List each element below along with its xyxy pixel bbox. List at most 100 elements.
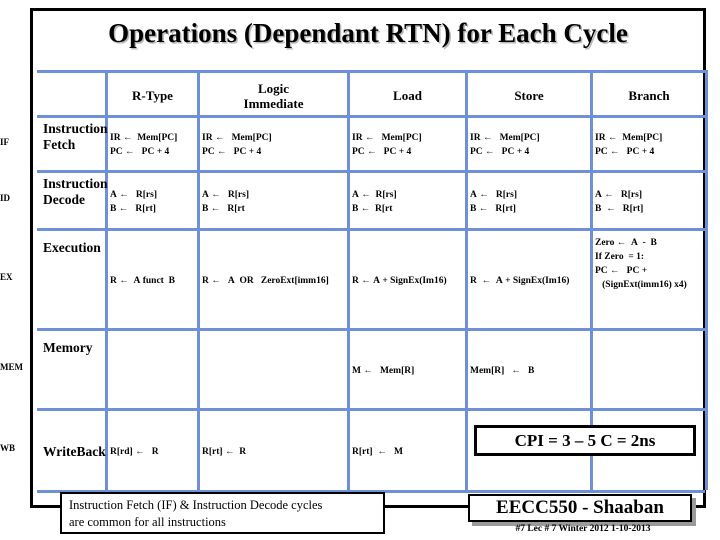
rtn-cell: Zero ← A - B If Zero = 1: PC ← PC + (SignE… xyxy=(595,234,704,327)
column-header-line: R-Type xyxy=(132,88,173,103)
rtn-line: R ← A OR ZeroExt[imm16] xyxy=(202,275,329,286)
rtn-line: PC ← PC + 4 xyxy=(595,147,655,157)
stage-name-line: Instruction xyxy=(43,176,108,191)
rtn-line: IR ← Mem[PC] xyxy=(470,133,540,143)
rtn-cell: A ← R[rs] B ← R[rt] xyxy=(595,176,704,227)
rtn-line: R[rd] ← R xyxy=(110,446,159,457)
rtn-line: Mem[R] ← B xyxy=(470,365,535,376)
rtn-cell: R ← A funct B xyxy=(110,234,196,327)
rtn-line: R ← A + SignEx(Im16) xyxy=(352,275,447,286)
rtn-cell: M ← Mem[R] xyxy=(352,334,464,407)
rtn-cell: A ← R[rs] B ← R[rt] xyxy=(470,176,589,227)
grid-vline xyxy=(197,70,200,490)
grid-hline xyxy=(37,70,705,73)
rtn-cell: R ← A + SignEx(Im16) xyxy=(352,234,464,327)
cpi-callout-text: CPI = 3 – 5 C = 2ns xyxy=(514,431,656,450)
rtn-line: PC ← PC + 4 xyxy=(470,147,530,157)
stage-abbrev-id: ID xyxy=(0,193,11,203)
footer-meta: #7 Lec # 7 Winter 2012 1-10-2013 xyxy=(515,524,651,534)
rtn-cell: IR ← Mem[PC] PC ← PC + 4 xyxy=(595,121,704,169)
stage-name-if: Instruction Fetch xyxy=(43,121,108,170)
rtn-line: A ← R[rs] xyxy=(470,189,517,200)
page-title: Operations (Dependant RTN) for Each Cycl… xyxy=(108,18,628,48)
column-header-line: Logic xyxy=(257,80,290,96)
rtn-cell: A ← R[rs] B ← R[rt] xyxy=(110,176,196,227)
rtn-line: IR ← Mem[PC] xyxy=(202,133,272,143)
rtn-line: PC ← PC + xyxy=(595,266,648,276)
rtn-line: (SignExt(imm16) x4) xyxy=(595,280,687,290)
note-callout-box: Instruction Fetch (IF) & Instruction Dec… xyxy=(60,492,385,534)
column-header-line: Immediate xyxy=(243,95,304,111)
note-line-2: are common for all instructions xyxy=(69,515,226,529)
rtn-line: B ← R[rt] xyxy=(470,203,516,214)
rtn-cell: A ← R[rs] B ← R[rt xyxy=(202,176,346,227)
rtn-cell: IR ← Mem[PC] PC ← PC + 4 xyxy=(110,121,196,169)
rtn-line: PC ← PC + 4 xyxy=(202,147,262,157)
grid-vline xyxy=(705,70,708,490)
stage-name-id: Instruction Decode xyxy=(43,176,108,228)
rtn-line: A ← R[rs] xyxy=(352,189,397,200)
rtn-cell: Mem[R] ← B xyxy=(470,334,589,407)
rtn-line: B ← R[rt] xyxy=(110,203,156,214)
rtn-line: A ← R[rs] xyxy=(202,189,249,200)
course-badge-label: EECC550 - Shaaban xyxy=(496,497,664,518)
rtn-line: B ← R[rt] xyxy=(595,203,644,214)
rtn-cell: IR ← Mem[PC] PC ← PC + 4 xyxy=(352,121,464,169)
stage-abbrev-wb: WB xyxy=(0,443,16,453)
grid-hline xyxy=(37,408,705,411)
grid-vline xyxy=(347,70,350,490)
rtn-cell: R ← A + SignEx(Im16) xyxy=(470,234,589,327)
rtn-line: M ← Mem[R] xyxy=(352,365,415,376)
rtn-line: R ← A funct B xyxy=(110,275,175,286)
column-header: R-Type xyxy=(108,76,197,115)
rtn-line: IR ← Mem[PC] xyxy=(352,133,422,143)
rtn-cell: R ← A OR ZeroExt[imm16] xyxy=(202,234,346,327)
column-header-line: Store xyxy=(514,88,544,103)
stage-name-ex: Execution xyxy=(43,234,103,328)
rtn-line: IR ← Mem[PC] xyxy=(110,133,178,143)
rtn-line: PC ← PC + 4 xyxy=(110,147,170,157)
stage-name-line: Execution xyxy=(43,240,101,255)
column-header-line: Branch xyxy=(628,88,670,103)
course-badge: EECC550 - Shaaban xyxy=(468,494,692,522)
grid-hline xyxy=(37,115,705,118)
slide-canvas: Operations (Dependant RTN) for Each Cycl… xyxy=(0,0,720,540)
cpi-callout-box: CPI = 3 – 5 C = 2ns xyxy=(474,425,696,456)
stage-abbrev-ex: EX xyxy=(0,272,13,282)
column-header-line: Load xyxy=(393,88,422,103)
stage-name-wb: Write Back xyxy=(43,414,106,490)
column-header: Branch xyxy=(593,76,705,115)
column-header: Load xyxy=(350,76,465,115)
stage-abbrev-if: IF xyxy=(0,136,9,147)
grid-vline xyxy=(465,70,468,490)
rtn-cell: R[rt] ← M xyxy=(352,414,464,489)
note-line-1: Instruction Fetch (IF) & Instruction Dec… xyxy=(69,498,323,512)
rtn-line: A ← R[rs] xyxy=(595,189,642,200)
stage-name-line: Fetch xyxy=(43,137,76,152)
rtn-cell: R[rt] ← R xyxy=(202,414,346,489)
rtn-line: Zero ← A - B xyxy=(595,238,657,248)
rtn-cell: IR ← Mem[PC] PC ← PC + 4 xyxy=(202,121,346,169)
stage-name-line: Instruction xyxy=(43,121,108,136)
stage-name-line: Decode xyxy=(43,192,85,207)
grid-hline xyxy=(37,170,705,173)
rtn-line: PC ← PC + 4 xyxy=(352,147,412,157)
stage-name-line: Back xyxy=(76,444,106,459)
grid-hline xyxy=(37,328,705,331)
stage-name-line: Memory xyxy=(43,340,93,355)
rtn-cell: IR ← Mem[PC] PC ← PC + 4 xyxy=(470,121,589,169)
rtn-line: R ← A + SignEx(Im16) xyxy=(470,275,570,286)
rtn-line: R[rt] ← M xyxy=(352,446,403,457)
rtn-line: B ← R[rt xyxy=(202,203,245,214)
grid-hline xyxy=(37,228,705,231)
stage-name-line: Write xyxy=(43,444,77,459)
rtn-cell: A ← R[rs] B ← R[rt xyxy=(352,176,464,227)
rtn-line: B ← R[rt xyxy=(352,203,393,214)
column-header: Logic Immediate xyxy=(200,76,347,115)
column-header: Store xyxy=(468,76,590,115)
rtn-line: A ← R[rs] xyxy=(110,189,157,200)
rtn-line: IR ← Mem[PC] xyxy=(595,133,663,143)
stage-name-mem: Memory xyxy=(43,334,103,408)
rtn-line: R[rt] ← R xyxy=(202,446,247,457)
stage-abbrev-mem: MEM xyxy=(0,362,23,372)
